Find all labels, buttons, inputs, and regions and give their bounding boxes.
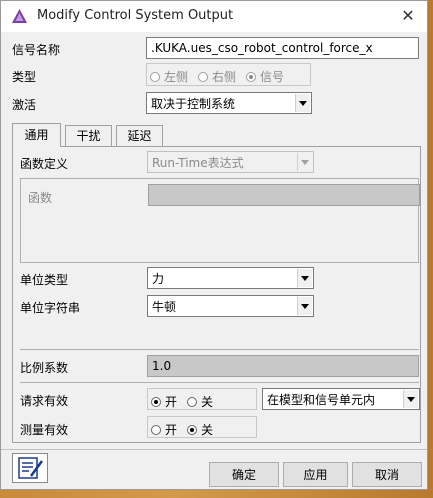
request-valid-on-radio[interactable] <box>151 397 161 407</box>
signal-name-label: 信号名称 <box>12 43 61 57</box>
chevron-down-icon <box>295 94 310 112</box>
measure-valid-on-label: 开 <box>165 423 178 437</box>
type-radio-group: 左侧 右侧 信号 <box>146 63 311 86</box>
measure-valid-label: 测量有效 <box>20 423 69 437</box>
separator <box>20 382 419 383</box>
function-def-value: Run-Time表达式 <box>152 156 244 170</box>
notes-button[interactable] <box>12 453 48 483</box>
tab-general[interactable]: 通用 <box>12 123 61 147</box>
measure-valid-radio-group: 开关 <box>147 416 257 438</box>
type-left-label: 左侧 <box>164 70 189 84</box>
request-valid-off-radio[interactable] <box>187 397 198 407</box>
activation-label: 激活 <box>12 98 37 112</box>
type-right-label: 右侧 <box>212 70 237 84</box>
function-label: 函数 <box>28 191 53 205</box>
request-valid-radio-group: 开关 <box>147 388 257 410</box>
function-def-dropdown[interactable]: Run-Time表达式 <box>147 151 314 173</box>
unit-type-dropdown[interactable]: 力 <box>147 267 314 289</box>
activation-dropdown[interactable]: 取决于控制系统 <box>146 92 312 114</box>
separator <box>20 349 419 350</box>
cancel-button[interactable]: 取消 <box>352 462 422 487</box>
tab-delay-label: 延迟 <box>127 129 152 143</box>
function-def-label: 函数定义 <box>20 157 69 171</box>
unit-string-value: 牛顿 <box>152 300 177 314</box>
unit-type-value: 力 <box>152 272 165 286</box>
tab-delay[interactable]: 延迟 <box>116 125 163 146</box>
type-right-radio[interactable] <box>198 72 209 82</box>
activation-value: 取决于控制系统 <box>151 97 236 111</box>
scale-label: 比例系数 <box>20 361 69 375</box>
close-button[interactable]: ✕ <box>389 1 427 32</box>
tab-disturbance-label: 干扰 <box>76 129 101 143</box>
type-signal-radio[interactable] <box>246 72 257 82</box>
request-scope-value: 在模型和信号单元内 <box>267 393 376 407</box>
window-title: Modify Control System Output <box>37 8 234 23</box>
request-valid-on-label: 开 <box>165 395 178 409</box>
measure-valid-off-radio[interactable] <box>187 425 198 435</box>
close-icon: ✕ <box>401 6 415 25</box>
type-signal-label: 信号 <box>260 70 285 84</box>
scale-field[interactable]: 1.0 <box>147 355 419 377</box>
unit-type-label: 单位类型 <box>20 273 69 287</box>
signal-name-field[interactable]: .KUKA.ues_cso_robot_control_force_x <box>146 37 419 59</box>
measure-valid-off-label: 关 <box>201 423 214 437</box>
ok-button[interactable]: 确定 <box>209 462 279 487</box>
edit-notes-icon <box>18 457 44 479</box>
type-left-radio[interactable] <box>150 72 160 82</box>
unit-string-label: 单位字符串 <box>20 301 81 315</box>
title-bar: Modify Control System Output ✕ <box>1 1 427 32</box>
dialog-window: Modify Control System Output ✕ 信号名称 .KUK… <box>0 0 428 490</box>
function-field[interactable] <box>148 184 420 206</box>
type-label: 类型 <box>12 70 37 84</box>
measure-valid-on-radio[interactable] <box>151 425 161 435</box>
request-valid-off-label: 关 <box>201 395 214 409</box>
tab-panel-general: 函数定义 Run-Time表达式 函数 单位类型 力 单位字符串 牛顿 比例系数… <box>12 146 421 443</box>
apply-button[interactable]: 应用 <box>283 462 348 487</box>
chevron-down-icon <box>403 390 418 408</box>
request-scope-dropdown[interactable]: 在模型和信号单元内 <box>262 388 420 410</box>
chevron-down-icon <box>297 269 312 287</box>
unit-string-dropdown[interactable]: 牛顿 <box>147 295 314 317</box>
function-groupbox: 函数 <box>20 178 420 263</box>
tab-disturbance[interactable]: 干扰 <box>65 125 112 146</box>
chevron-down-icon <box>297 297 312 315</box>
app-logo-icon <box>12 9 27 23</box>
chevron-down-icon <box>297 153 312 171</box>
request-valid-label: 请求有效 <box>20 394 69 408</box>
tab-general-label: 通用 <box>24 128 49 142</box>
